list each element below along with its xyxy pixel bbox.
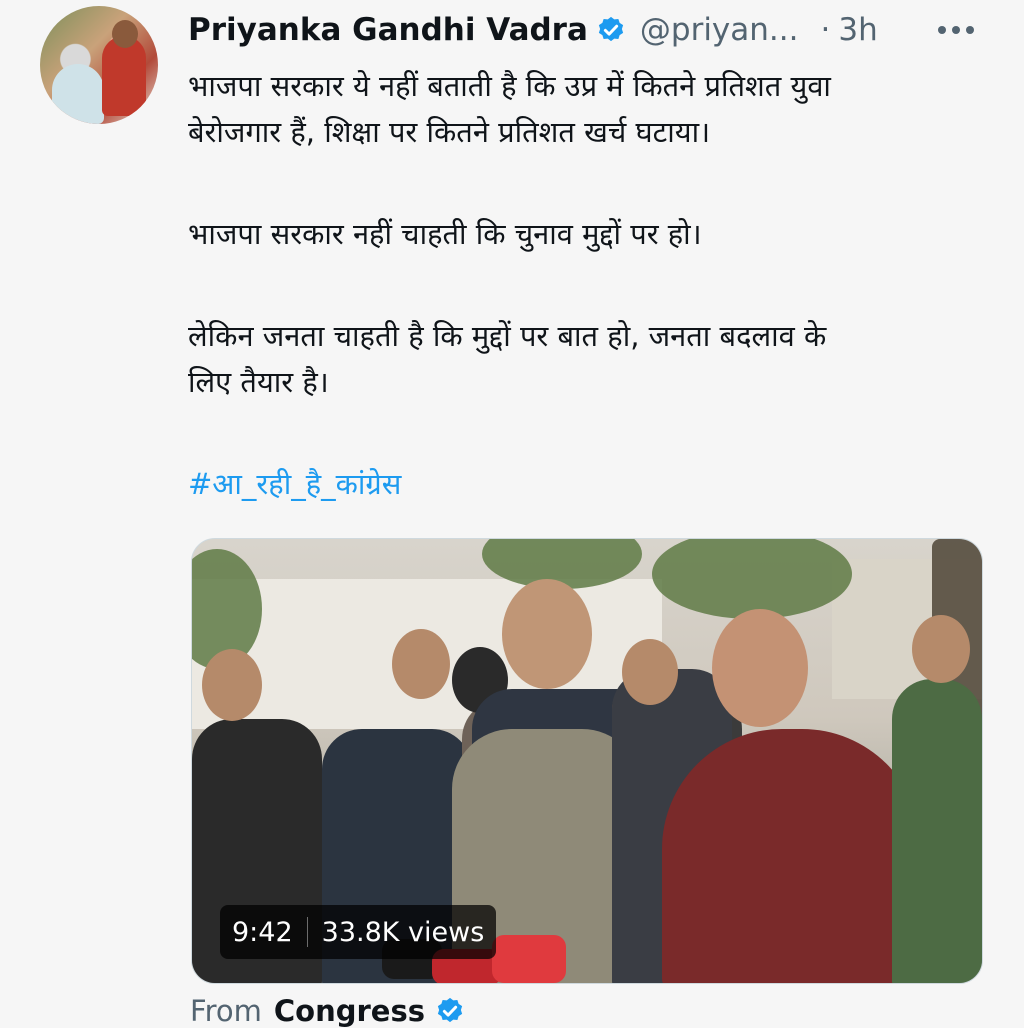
- author-handle[interactable]: @priyan...: [640, 12, 799, 48]
- separator-dot: ·: [820, 12, 831, 48]
- avatar-figure: [102, 36, 146, 116]
- video-scene: [892, 679, 982, 983]
- video-scene: [662, 729, 922, 983]
- video-scene: [622, 639, 678, 705]
- avatar-figure: [112, 20, 138, 48]
- tweet-timestamp[interactable]: 3h: [838, 12, 877, 48]
- verified-badge-icon: [437, 997, 463, 1023]
- video-meta-badge: 9:42 33.8K views: [220, 905, 497, 959]
- more-dot: [952, 26, 960, 34]
- video-source: From Congress: [190, 994, 465, 1028]
- tweet-text-line: भाजपा सरकार ये नहीं बताती है कि उप्र में…: [188, 69, 831, 103]
- source-prefix: From: [190, 994, 262, 1028]
- video-scene: [912, 615, 970, 683]
- author-name[interactable]: Priyanka Gandhi Vadra: [188, 12, 588, 48]
- video-scene: [202, 649, 262, 721]
- tweet-text-line: लेकिन जनता चाहती है कि मुद्दों पर बात हो…: [188, 319, 827, 353]
- avatar[interactable]: [40, 6, 158, 124]
- video-player[interactable]: 9:42 33.8K views: [191, 538, 983, 984]
- video-scene: [652, 539, 852, 619]
- tweet-header: Priyanka Gandhi Vadra @priyan... · 3h: [188, 8, 878, 52]
- video-views: 33.8K views: [321, 916, 485, 948]
- video-scene: [502, 579, 592, 689]
- video-scene: [712, 609, 808, 727]
- video-scene: [392, 629, 450, 699]
- video-duration: 9:42: [232, 916, 293, 948]
- tweet-text-line: भाजपा सरकार नहीं चाहती कि चुनाव मुद्दों …: [188, 217, 702, 251]
- more-dot: [966, 26, 974, 34]
- tweet-text-line: बेरोजगार हैं, शिक्षा पर कितने प्रतिशत खर…: [188, 115, 711, 149]
- video-scene: [492, 935, 566, 983]
- hashtag-link[interactable]: #आ_रही_है_कांग्रेस: [188, 462, 401, 506]
- badge-divider: [306, 917, 308, 947]
- source-account-link[interactable]: Congress: [274, 994, 425, 1028]
- verified-badge-icon: [598, 16, 624, 42]
- tweet-text-line: लिए तैयार है।: [188, 365, 329, 399]
- avatar-figure: [52, 64, 104, 124]
- more-dot: [938, 26, 946, 34]
- more-options-icon[interactable]: [938, 18, 982, 42]
